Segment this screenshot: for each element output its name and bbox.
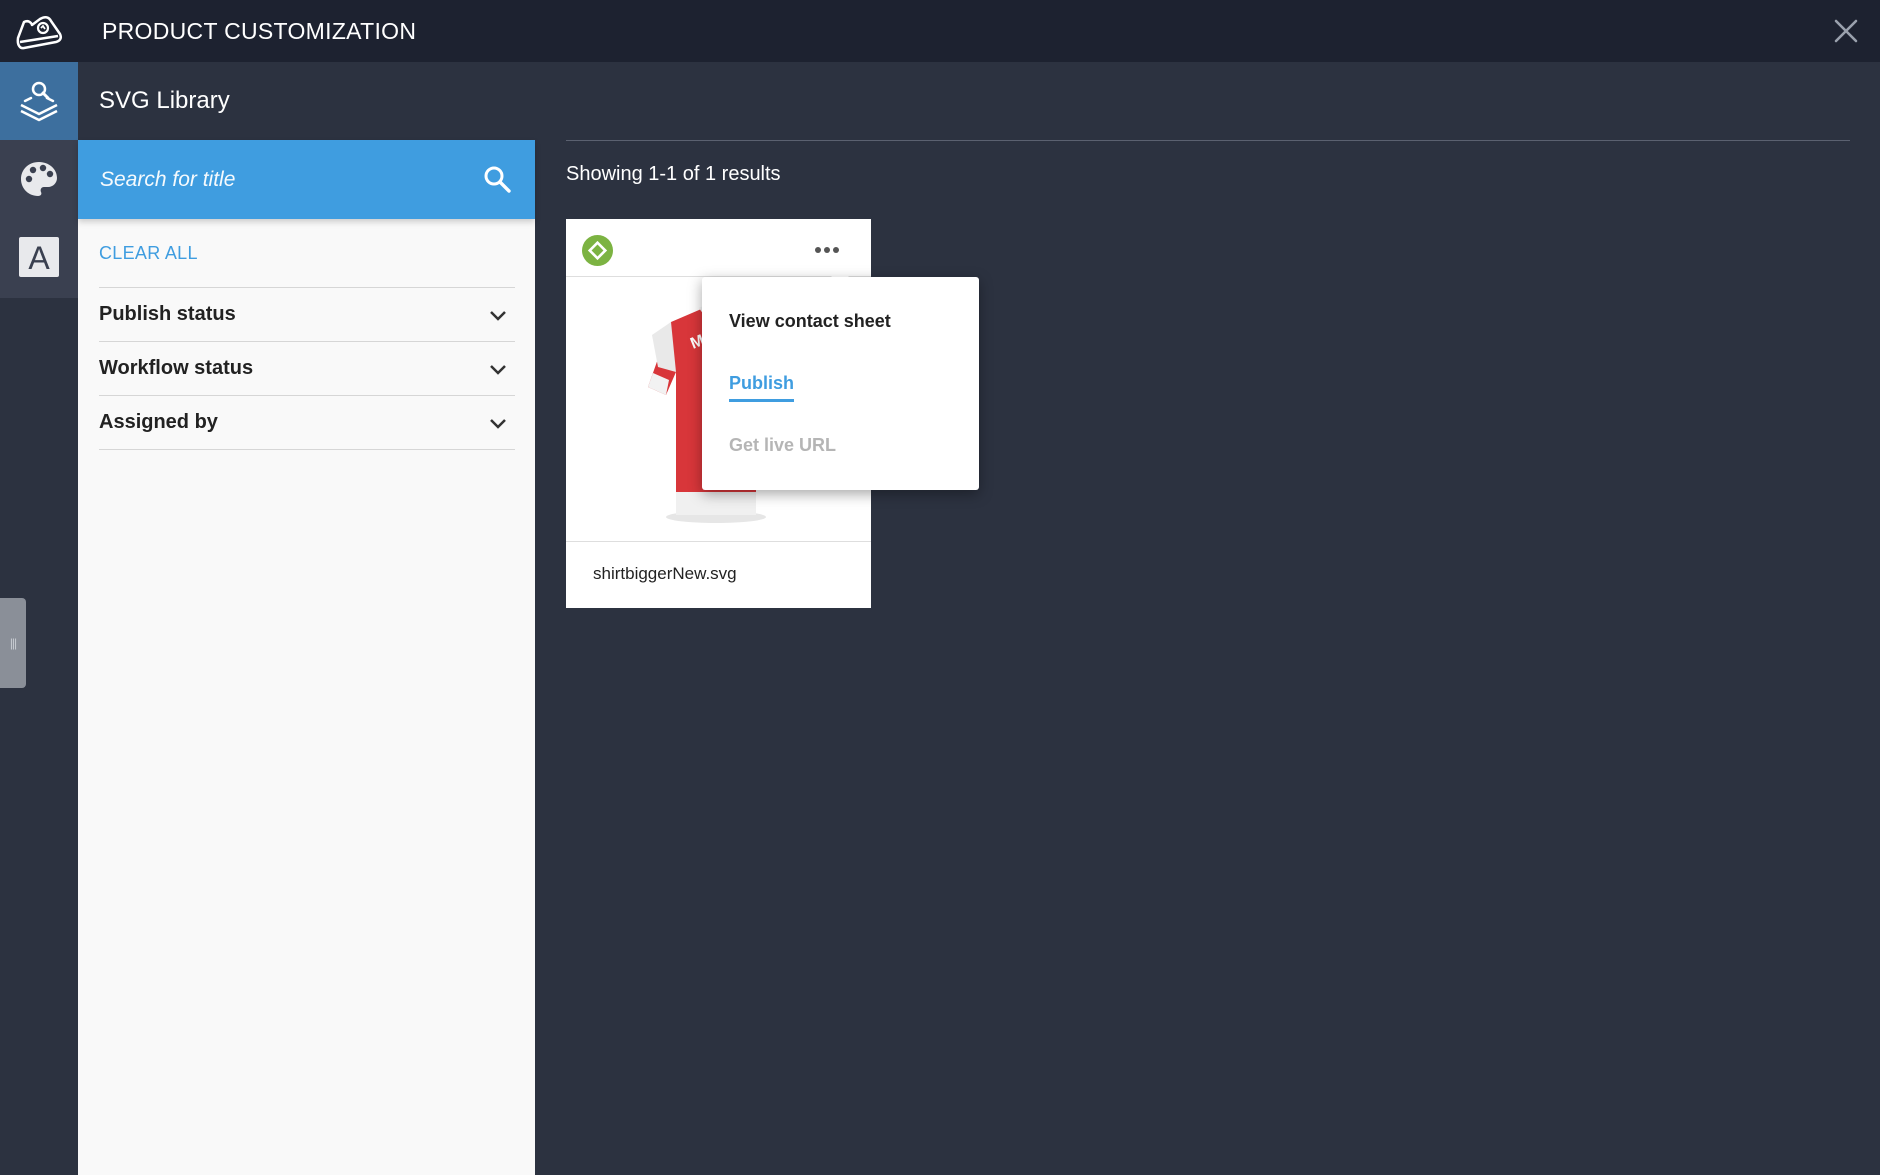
chevron-down-icon <box>490 418 506 429</box>
app-title: PRODUCT CUSTOMIZATION <box>102 18 417 44</box>
resize-grip-icon: ||| <box>9 636 17 650</box>
filter-publish-status[interactable]: Publish status <box>99 288 515 342</box>
rail-item-svg-library[interactable] <box>0 62 78 140</box>
layers-search-icon <box>20 81 58 122</box>
menu-item-get-live-url: Get live URL <box>729 435 837 455</box>
text-a-icon: A <box>19 237 59 277</box>
asset-context-menu: View contact sheet Publish Get live URL <box>702 277 979 490</box>
rail-item-colors[interactable] <box>0 140 78 218</box>
asset-file-name: shirtbiggerNew.svg <box>593 564 737 583</box>
results-summary: Showing 1-1 of 1 results <box>566 163 781 185</box>
filter-workflow-status[interactable]: Workflow status <box>99 342 515 396</box>
top-bar: PRODUCT CUSTOMIZATION <box>0 0 1880 62</box>
filter-assigned-by[interactable]: Assigned by <box>99 396 515 450</box>
search-input[interactable] <box>100 140 460 219</box>
clear-all-button[interactable]: CLEAR ALL <box>99 243 198 264</box>
results-divider <box>566 140 1850 141</box>
palette-icon <box>21 162 57 196</box>
chevron-down-icon <box>490 310 506 321</box>
sneaker-icon <box>16 16 63 50</box>
status-badge-icon <box>582 235 613 266</box>
filter-label: Assigned by <box>99 411 218 433</box>
close-icon[interactable] <box>1832 17 1860 45</box>
menu-item-view-contact-sheet[interactable]: View contact sheet <box>729 311 891 332</box>
text-a-glyph: A <box>28 240 50 276</box>
filter-list: Publish status Workflow status Assigned … <box>99 287 515 450</box>
tool-rail: A ||| <box>0 62 78 1175</box>
menu-item-publish[interactable]: Publish <box>729 373 795 402</box>
panel-resize-handle[interactable]: ||| <box>0 598 26 688</box>
filter-label: Workflow status <box>99 357 254 379</box>
section-title: SVG Library <box>99 87 230 114</box>
filter-label: Publish status <box>99 303 236 325</box>
filter-panel: CLEAR ALL Publish status Workflow status… <box>78 140 535 1175</box>
more-options-icon[interactable] <box>812 235 842 265</box>
rail-item-text[interactable]: A <box>0 218 78 296</box>
chevron-down-icon <box>490 364 506 375</box>
card-header <box>566 219 871 277</box>
search-box <box>78 140 535 219</box>
search-icon[interactable] <box>482 164 512 194</box>
card-footer: shirtbiggerNew.svg <box>566 541 871 609</box>
